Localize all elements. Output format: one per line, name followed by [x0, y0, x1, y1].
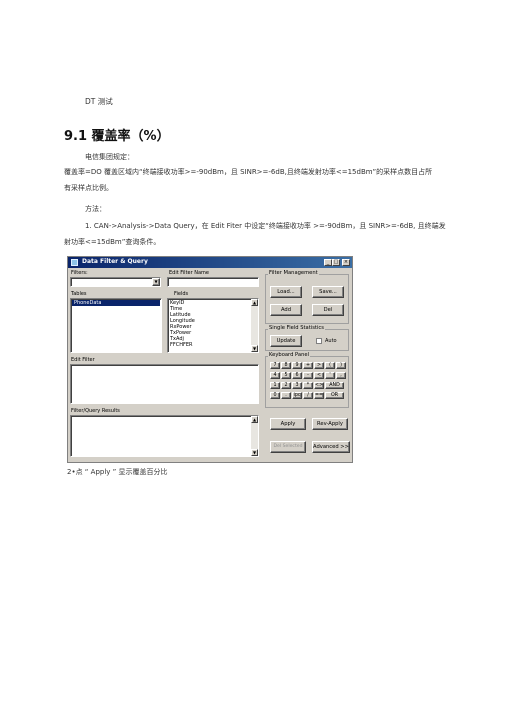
key-button[interactable]: (	[325, 362, 335, 369]
tables-label: Tables	[71, 291, 87, 297]
del-selected-button[interactable]: Del Selected	[270, 441, 306, 453]
auto-checkbox[interactable]	[316, 338, 322, 344]
close-button[interactable]: ×	[342, 258, 350, 266]
paragraph-line: 覆盖率=DO 覆盖区域内“终端接收功率>=-90dBm，且 SINR>=-6dB…	[64, 168, 433, 176]
edit-filter-label: Edit Filter	[71, 357, 95, 363]
save-button[interactable]: Save...	[312, 286, 344, 298]
apply-button[interactable]: Apply	[270, 418, 306, 430]
key-button[interactable]: /	[303, 392, 313, 399]
filters-label: Filters:	[71, 270, 88, 276]
minimize-button[interactable]: _	[324, 258, 332, 266]
load-button[interactable]: Load...	[270, 286, 302, 298]
key-button[interactable]: *	[303, 382, 313, 389]
key-button[interactable]: -	[303, 372, 313, 379]
chevron-down-icon[interactable]: ▼	[152, 278, 160, 286]
key-button[interactable]: 0	[270, 392, 280, 399]
paragraph-line: 有采样点比例。	[64, 184, 113, 192]
add-button[interactable]: Add	[270, 304, 302, 316]
key-button[interactable]: <	[314, 372, 324, 379]
scroll-down-icon[interactable]: ▼	[251, 449, 258, 456]
data-filter-dialog: Data Filter & Query _ □ × Filters: ▼ Edi…	[67, 256, 353, 463]
auto-label: Auto	[325, 338, 337, 344]
edit-filter-textarea[interactable]	[70, 364, 259, 404]
fields-label: Fields	[174, 291, 189, 297]
key-button[interactable]: 3	[292, 382, 302, 389]
results-scrollbar[interactable]: ▲ ▼	[251, 416, 258, 456]
key-button[interactable]: AND	[325, 382, 344, 389]
key-button[interactable]: 7	[270, 362, 280, 369]
section-heading: 9.1 覆盖率（%）	[64, 129, 170, 144]
key-button[interactable]: 2	[281, 382, 291, 389]
key-button[interactable]: 4	[270, 372, 280, 379]
edit-filter-name-label: Edit Filter Name	[169, 270, 209, 276]
maximize-button[interactable]: □	[332, 258, 340, 266]
key-button[interactable]: '	[325, 372, 335, 379]
page-header: DT 测试	[85, 97, 113, 106]
scroll-up-icon[interactable]: ▲	[251, 416, 258, 423]
field-item[interactable]: FFCHFER	[168, 342, 258, 348]
key-button[interactable]: +	[303, 362, 313, 369]
advanced-button[interactable]: Advanced >>	[312, 441, 350, 453]
key-button[interactable]: ==	[314, 392, 324, 399]
dialog-title: Data Filter & Query	[82, 258, 148, 265]
rev-apply-button[interactable]: Rev-Apply	[312, 418, 348, 430]
key-button[interactable]: 8	[281, 362, 291, 369]
fields-list[interactable]: KeyID Time Latitude Longitude RxPower Tx…	[167, 298, 259, 353]
dialog-titlebar: Data Filter & Query _ □ ×	[68, 257, 352, 268]
fields-scrollbar[interactable]: ▲ ▼	[251, 299, 258, 352]
filters-combo[interactable]: ▼	[70, 277, 161, 287]
paragraph-line: 2•点 “ Apply ” 显示覆盖百分比	[67, 468, 168, 476]
key-button[interactable]: ,	[336, 372, 346, 379]
paragraph-line: 方法：	[85, 205, 106, 213]
paragraph-line: 射功率<=15dBm”查询条件。	[64, 238, 161, 246]
key-button[interactable]: 1	[270, 382, 280, 389]
tables-list[interactable]: PhoneData	[70, 298, 162, 353]
results-label: Filter/Query Results	[71, 408, 120, 414]
table-item-phonedata[interactable]: PhoneData	[72, 300, 160, 306]
filter-management-group	[265, 274, 349, 324]
keyboard-panel-title: Keyboard Panel	[268, 352, 311, 358]
filter-management-title: Filter Management	[268, 270, 319, 276]
key-button[interactable]: 9	[292, 362, 302, 369]
key-button[interactable]: ipc	[292, 392, 302, 399]
update-button[interactable]: Update	[270, 335, 302, 347]
del-button[interactable]: Del	[312, 304, 344, 316]
key-button[interactable]: OR	[325, 392, 344, 399]
results-area[interactable]: ▲ ▼	[70, 415, 259, 457]
edit-filter-name-input[interactable]	[167, 277, 259, 287]
paragraph-line: 电信集团规定：	[85, 153, 134, 161]
key-button[interactable]: 6	[292, 372, 302, 379]
key-button[interactable]: 5	[281, 372, 291, 379]
key-button[interactable]: >	[314, 362, 324, 369]
paragraph-line: 1. CAN->Analysis->Data Query，在 Edit Fite…	[85, 222, 446, 230]
app-icon	[71, 259, 78, 266]
single-field-title: Single Field Statistics	[268, 325, 325, 331]
key-button[interactable]: )	[336, 362, 346, 369]
scroll-down-icon[interactable]: ▼	[251, 345, 258, 352]
scroll-up-icon[interactable]: ▲	[251, 299, 258, 306]
key-button[interactable]: .	[281, 392, 291, 399]
key-button[interactable]: <>	[314, 382, 324, 389]
